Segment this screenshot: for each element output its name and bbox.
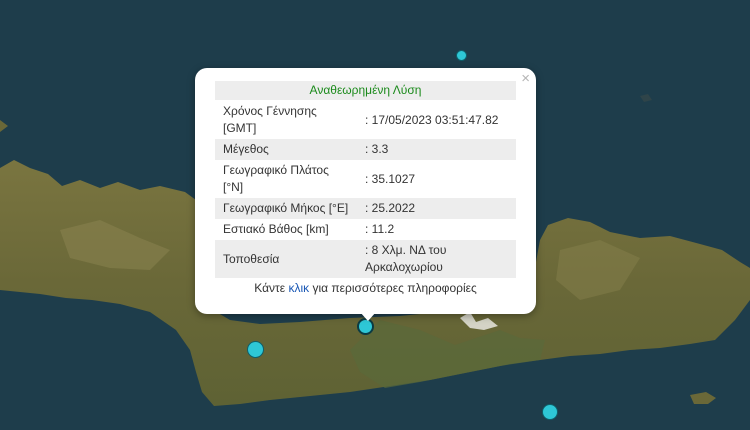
earthquake-info-popup: × Αναθεωρημένη Λύση Χρόνος Γέννησης [GMT… [195, 68, 536, 314]
popup-title: Αναθεωρημένη Λύση [215, 81, 516, 100]
row-value: : 3.3 [357, 139, 516, 160]
row-value: : 35.1027 [365, 171, 416, 186]
table-row: Τοποθεσία : 8 Χλμ. ΝΔ του Αρκαλοχωρίου [215, 240, 516, 278]
row-value: : 8 Χλμ. ΝΔ του Αρκαλοχωρίου [357, 240, 516, 278]
row-value: : 11.2 [365, 222, 395, 236]
close-icon[interactable]: × [521, 71, 530, 87]
table-row: Γεωγραφικό Πλάτος [°N] : 35.1027 [215, 160, 516, 198]
earthquake-marker-west[interactable] [247, 341, 264, 358]
popup-footer: Κάντε κλικ για περισσότερες πληροφορίες [195, 281, 536, 295]
footer-text-after: για περισσότερες πληροφορίες [309, 281, 477, 295]
row-label: Γεωγραφικό Μήκος [°E] [215, 198, 357, 219]
row-value: : 17/05/2023 03:51:47.82 [365, 112, 499, 127]
popup-pointer [360, 312, 376, 321]
row-value: : 25.2022 [357, 198, 516, 219]
table-row: Εστιακό Βάθος [km] : 11.2 [215, 219, 516, 240]
row-label: Εστιακό Βάθος [km] [223, 222, 329, 236]
row-label: Τοποθεσία [215, 240, 357, 278]
row-label: Γεωγραφικό Πλάτος [°N] [223, 163, 329, 194]
earthquake-details-table: Χρόνος Γέννησης [GMT] : 17/05/2023 03:51… [215, 101, 516, 278]
footer-text-before: Κάντε [254, 281, 289, 295]
more-info-link[interactable]: κλικ [288, 281, 309, 295]
map-view[interactable]: × Αναθεωρημένη Λύση Χρόνος Γέννησης [GMT… [0, 0, 750, 430]
table-row: Μέγεθος : 3.3 [215, 139, 516, 160]
table-row: Χρόνος Γέννησης [GMT] : 17/05/2023 03:51… [215, 101, 516, 139]
earthquake-marker-north[interactable] [456, 50, 467, 61]
row-label: Μέγεθος [215, 139, 357, 160]
earthquake-marker-south[interactable] [542, 404, 558, 420]
row-label: Χρόνος Γέννησης [GMT] [223, 104, 317, 135]
table-row: Γεωγραφικό Μήκος [°E] : 25.2022 [215, 198, 516, 219]
